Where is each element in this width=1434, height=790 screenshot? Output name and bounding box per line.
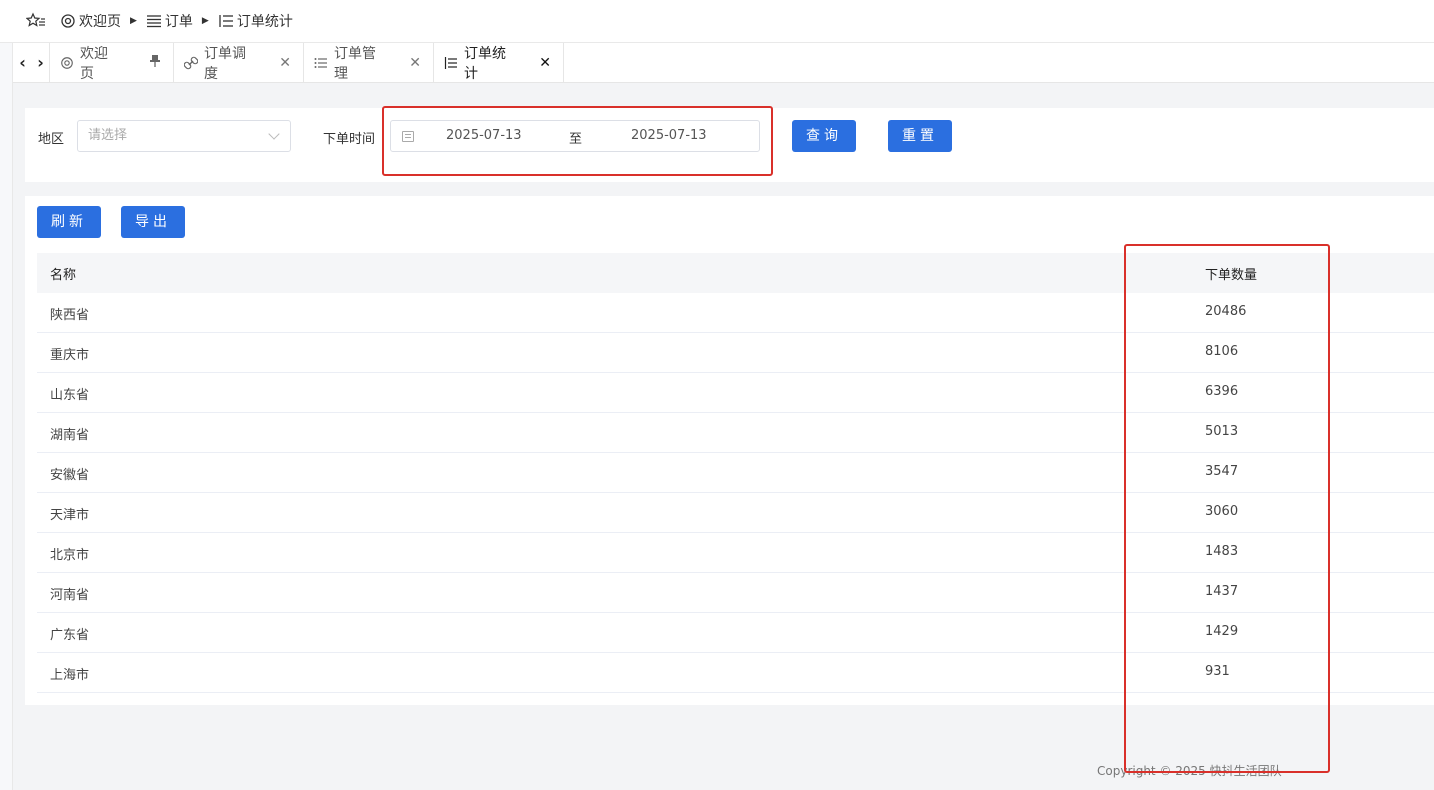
breadcrumb-label: 订单统计 — [236, 14, 293, 30]
region-select-placeholder: 请选择 — [88, 128, 128, 143]
close-icon[interactable]: ✕ — [409, 55, 421, 71]
highlight-box-order-count-column — [1124, 244, 1330, 773]
reset-button[interactable]: 重置 — [888, 120, 952, 152]
breadcrumb-separator-icon: ▶ — [130, 16, 137, 26]
cell-name: 安徽省 — [50, 468, 90, 483]
breadcrumb-label: 订单 — [164, 14, 193, 30]
region-select[interactable]: 请选择 — [77, 120, 291, 152]
cell-name: 湖南省 — [50, 428, 90, 443]
sidebar-strip — [0, 43, 13, 790]
highlight-box-date-range — [382, 106, 773, 176]
pin-icon[interactable] — [149, 54, 161, 72]
list-icon — [146, 13, 162, 29]
breadcrumb-item-order[interactable]: 订单 — [146, 11, 193, 31]
query-button[interactable]: 查询 — [792, 120, 856, 152]
tab-order-statistics[interactable]: 订单统计 ✕ — [433, 43, 564, 82]
cell-name: 陕西省 — [50, 308, 90, 323]
tab-scroll-left-icon[interactable]: ‹ — [13, 43, 32, 82]
breadcrumb-label: 欢迎页 — [79, 14, 121, 30]
cell-name: 河南省 — [50, 588, 90, 603]
cell-name: 北京市 — [50, 548, 90, 563]
stats-list-icon — [218, 13, 234, 29]
close-icon[interactable]: ✕ — [279, 55, 291, 71]
region-label: 地区 — [38, 132, 65, 147]
tab-order-dispatch[interactable]: 订单调度 ✕ — [173, 43, 303, 82]
column-header-name[interactable]: 名称 — [50, 264, 76, 283]
order-time-label: 下单时间 — [323, 132, 376, 147]
tab-label: 订单统计 — [464, 45, 506, 82]
export-button[interactable]: 导出 — [121, 206, 185, 238]
cell-name: 天津市 — [50, 508, 90, 523]
tabs-bar: ‹ › 欢迎页 订单调度 ✕ 订单管理 ✕ 订单统计 ✕ — [13, 43, 1434, 83]
refresh-button[interactable]: 刷新 — [37, 206, 101, 238]
cell-name: 重庆市 — [50, 348, 90, 363]
favorite-star-icon[interactable] — [25, 12, 46, 30]
stats-list-icon — [444, 56, 458, 70]
dashboard-icon — [60, 56, 74, 70]
cell-name: 上海市 — [50, 668, 90, 683]
chevron-down-icon — [268, 128, 280, 140]
tab-label: 欢迎页 — [80, 45, 108, 82]
cell-name: 山东省 — [50, 388, 90, 403]
close-icon[interactable]: ✕ — [539, 55, 551, 71]
tab-scroll-right-icon[interactable]: › — [32, 43, 49, 82]
tab-label: 订单调度 — [204, 45, 246, 82]
cell-name: 广东省 — [50, 628, 90, 643]
breadcrumb-item-welcome[interactable]: 欢迎页 — [60, 11, 121, 31]
breadcrumb-separator-icon: ▶ — [201, 16, 209, 26]
tab-order-management[interactable]: 订单管理 ✕ — [303, 43, 433, 82]
breadcrumb-bar: 欢迎页 ▶ 订单 ▶ 订单统计 — [0, 0, 1434, 43]
tab-welcome[interactable]: 欢迎页 — [49, 43, 173, 82]
list-icon — [314, 56, 328, 70]
link-icon — [183, 56, 199, 70]
breadcrumb-item-order-stats: 订单统计 — [218, 11, 293, 31]
dashboard-icon — [60, 13, 76, 29]
tab-label: 订单管理 — [334, 45, 376, 82]
